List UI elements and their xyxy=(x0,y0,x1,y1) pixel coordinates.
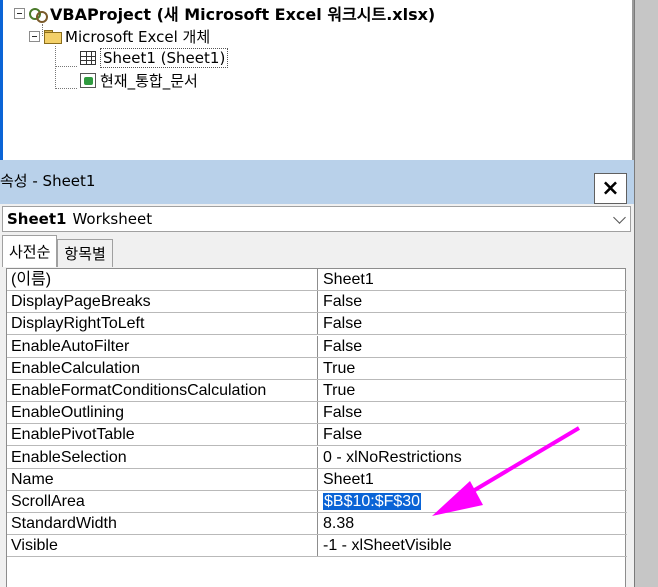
annotation-arrow-shaft xyxy=(466,426,581,496)
annotation-arrowhead xyxy=(432,481,483,516)
annotation-arrow xyxy=(432,426,581,516)
